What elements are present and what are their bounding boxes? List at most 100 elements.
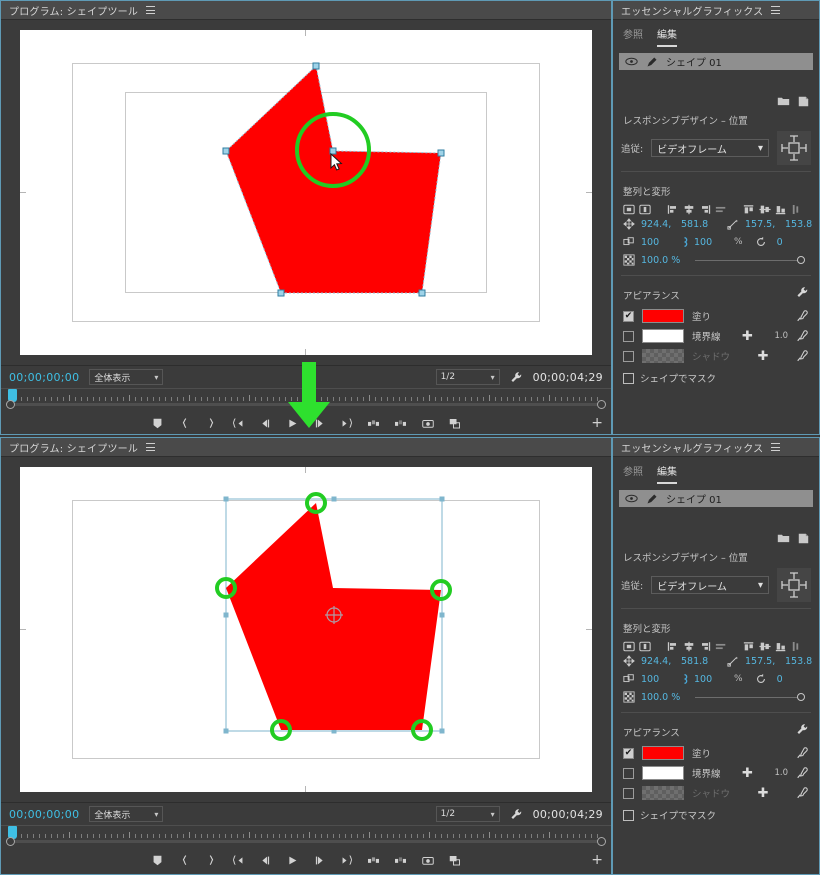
distribute-horizontal-icon[interactable] xyxy=(715,204,727,215)
comparison-view-icon[interactable] xyxy=(448,416,462,430)
stroke-color-swatch[interactable] xyxy=(642,329,684,343)
zoom-knob-left[interactable] xyxy=(6,400,15,409)
add-stroke-icon[interactable]: ✚ xyxy=(742,330,753,343)
go-to-out-icon[interactable] xyxy=(340,416,354,430)
mask-with-shape-row[interactable]: シェイプでマスク xyxy=(613,366,819,390)
move-icon[interactable] xyxy=(623,655,635,667)
mask-checkbox[interactable] xyxy=(623,372,634,384)
panel-tab-title[interactable]: プログラム: シェイプツール xyxy=(9,3,138,18)
shadow-checkbox[interactable] xyxy=(623,787,634,799)
selection-handle-active[interactable] xyxy=(329,147,337,155)
opacity-value[interactable]: 100.0 % xyxy=(641,255,683,266)
distribute-vertical-icon[interactable] xyxy=(791,641,800,652)
mark-out-icon[interactable] xyxy=(205,416,219,430)
video-canvas-bottom[interactable] xyxy=(20,467,592,792)
align-horizontal-center-icon[interactable] xyxy=(683,204,695,215)
zoom-level-select[interactable]: 全体表示 ▾ xyxy=(89,806,164,822)
eyedropper-icon[interactable] xyxy=(796,746,809,760)
mark-out-icon[interactable] xyxy=(205,853,219,867)
layer-row-shape-01[interactable]: シェイプ 01 xyxy=(619,53,813,70)
layer-name[interactable]: シェイプ 01 xyxy=(666,491,722,506)
wrench-icon[interactable] xyxy=(510,808,523,821)
align-center-horizontally-icon[interactable] xyxy=(623,204,635,215)
button-editor-plus-icon[interactable]: + xyxy=(591,853,603,867)
go-to-out-icon[interactable] xyxy=(340,853,354,867)
distribute-vertical-icon[interactable] xyxy=(791,204,800,215)
scale-value[interactable]: 100 xyxy=(694,674,728,685)
bounding-box-handle[interactable] xyxy=(331,496,337,502)
mark-in-icon[interactable] xyxy=(178,416,192,430)
eyedropper-icon[interactable] xyxy=(796,329,809,343)
position-y-value[interactable]: 581.8 xyxy=(681,219,715,230)
follow-select[interactable]: ビデオフレーム ▾ xyxy=(651,576,769,594)
current-timecode[interactable]: 00;00;00;00 xyxy=(9,371,79,384)
mask-with-shape-row[interactable]: シェイプでマスク xyxy=(613,803,819,827)
step-forward-icon[interactable] xyxy=(313,853,327,867)
add-stroke-icon[interactable]: ✚ xyxy=(742,767,753,780)
align-top-icon[interactable] xyxy=(743,641,755,652)
new-layer-folder-icon[interactable] xyxy=(777,533,790,544)
align-bottom-icon[interactable] xyxy=(775,641,787,652)
bounding-box-handle[interactable] xyxy=(439,728,445,734)
rotation-value[interactable]: 0 xyxy=(777,674,805,685)
align-right-icon[interactable] xyxy=(699,204,711,215)
wrench-icon[interactable] xyxy=(510,371,523,384)
bounding-box-handle[interactable] xyxy=(223,728,229,734)
hamburger-icon[interactable] xyxy=(771,6,781,14)
mask-checkbox[interactable] xyxy=(623,809,634,821)
new-layer-icon[interactable] xyxy=(798,533,809,544)
lift-icon[interactable] xyxy=(367,416,381,430)
scale-icon[interactable] xyxy=(727,655,739,667)
play-icon[interactable] xyxy=(286,853,300,867)
move-icon[interactable] xyxy=(623,218,635,230)
step-back-icon[interactable] xyxy=(259,853,273,867)
bounding-box-handle[interactable] xyxy=(439,612,445,618)
panel-tabbar-bottom[interactable]: プログラム: シェイプツール xyxy=(1,438,611,457)
go-to-in-icon[interactable] xyxy=(232,853,246,867)
playback-resolution-select[interactable]: 1/2 ▾ xyxy=(435,806,500,822)
add-marker-icon[interactable] xyxy=(151,853,165,867)
fill-color-swatch[interactable] xyxy=(642,746,684,760)
bounding-box-handle[interactable] xyxy=(223,612,229,618)
eye-icon[interactable] xyxy=(625,494,638,503)
opacity-slider[interactable] xyxy=(695,255,805,264)
opacity-slider-knob[interactable] xyxy=(797,692,805,701)
stroke-width-value[interactable]: 1.0 xyxy=(774,331,788,341)
layer-list-empty-space[interactable] xyxy=(613,70,819,96)
selection-handle[interactable] xyxy=(312,62,320,70)
stroke-checkbox[interactable] xyxy=(623,330,634,342)
export-frame-icon[interactable] xyxy=(421,853,435,867)
go-to-in-icon[interactable] xyxy=(232,416,246,430)
rotation-icon[interactable] xyxy=(755,236,767,248)
tab-browse[interactable]: 参照 xyxy=(623,463,643,484)
fill-color-swatch[interactable] xyxy=(642,309,684,323)
extract-icon[interactable] xyxy=(394,853,408,867)
align-horizontal-center-icon[interactable] xyxy=(683,641,695,652)
monitor-canvas-area-bottom[interactable] xyxy=(1,457,611,802)
position-x-value[interactable]: 924.4, xyxy=(641,656,675,667)
shadow-color-swatch[interactable] xyxy=(642,786,684,800)
align-center-horizontally-icon[interactable] xyxy=(623,641,635,652)
comparison-view-icon[interactable] xyxy=(448,853,462,867)
height-value[interactable]: 153.8 xyxy=(785,219,819,230)
zoom-knob-right[interactable] xyxy=(597,837,606,846)
bounding-box-handle[interactable] xyxy=(223,496,229,502)
link-icon[interactable] xyxy=(681,673,688,685)
link-icon[interactable] xyxy=(681,236,688,248)
add-shadow-icon[interactable]: ✚ xyxy=(758,787,769,800)
layer-name[interactable]: シェイプ 01 xyxy=(666,54,722,69)
opacity-value[interactable]: 100.0 % xyxy=(641,692,683,703)
eyedropper-icon[interactable] xyxy=(796,309,809,323)
rotation-icon[interactable] xyxy=(755,673,767,685)
lift-icon[interactable] xyxy=(367,853,381,867)
hamburger-icon[interactable] xyxy=(146,6,156,14)
align-left-icon[interactable] xyxy=(667,641,679,652)
opacity-slider[interactable] xyxy=(695,692,805,701)
timeline-ruler-bottom[interactable] xyxy=(1,825,611,847)
layer-row-shape-01[interactable]: シェイプ 01 xyxy=(619,490,813,507)
width-value[interactable]: 157.5, xyxy=(745,219,779,230)
shadow-color-swatch[interactable] xyxy=(642,349,684,363)
align-center-vertically-icon[interactable] xyxy=(639,641,651,652)
eyedropper-icon[interactable] xyxy=(796,349,809,363)
add-shadow-icon[interactable]: ✚ xyxy=(758,350,769,363)
